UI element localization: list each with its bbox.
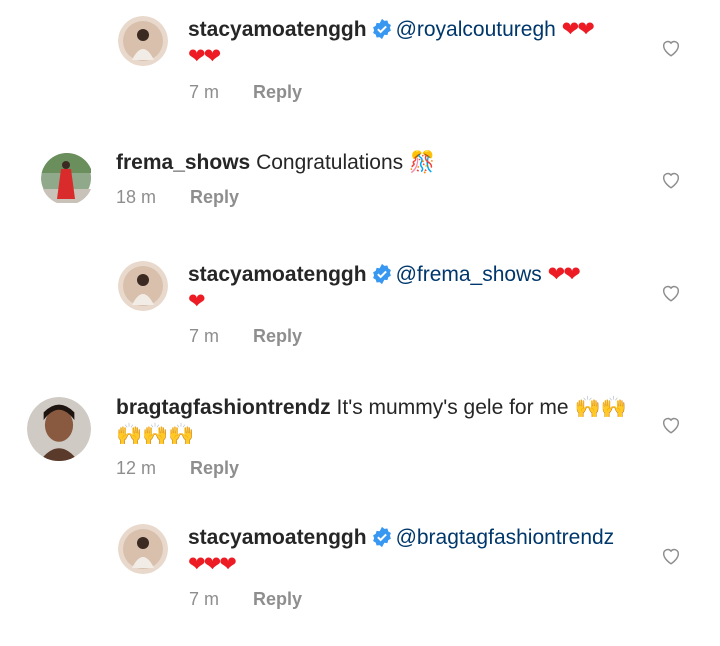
- heart-emoji: ❤❤: [561, 17, 595, 41]
- comment-time: 7 m: [189, 82, 220, 102]
- comment-time: 7 m: [189, 326, 220, 346]
- username[interactable]: stacyamoatenggh: [188, 18, 367, 41]
- verified-badge-icon: [371, 263, 393, 285]
- reply-button[interactable]: Reply: [190, 187, 239, 207]
- heart-outline-icon: [662, 172, 680, 189]
- reply-button[interactable]: Reply: [253, 589, 302, 609]
- verified-badge-icon: [371, 18, 393, 40]
- heart-emoji: ❤❤: [547, 262, 581, 286]
- heart-emoji: ❤❤: [188, 44, 221, 68]
- like-button[interactable]: [660, 37, 682, 59]
- mention-link[interactable]: @frema_shows: [396, 263, 542, 286]
- comment: frema_shows Congratulations 🎊 18 m Reply: [0, 140, 720, 220]
- reply-button[interactable]: Reply: [253, 326, 302, 346]
- avatar[interactable]: [27, 397, 91, 461]
- raised-hands-emoji: 🙌🙌🙌: [116, 422, 195, 446]
- avatar[interactable]: [118, 524, 168, 574]
- avatar[interactable]: [118, 261, 168, 311]
- like-button[interactable]: [660, 545, 682, 567]
- mention-link[interactable]: @royalcouturegh: [396, 18, 556, 41]
- heart-emoji: ❤❤❤: [188, 552, 237, 576]
- verified-badge-icon: [371, 526, 393, 548]
- like-button[interactable]: [660, 414, 682, 436]
- heart-outline-icon: [662, 285, 680, 302]
- heart-emoji: ❤: [188, 289, 206, 313]
- like-button[interactable]: [660, 169, 682, 191]
- comment: bragtagfashiontrendz It's mummy's gele f…: [0, 385, 720, 490]
- comment-time: 18 m: [116, 187, 157, 207]
- reply-button[interactable]: Reply: [253, 82, 302, 102]
- comment-time: 12 m: [116, 458, 157, 478]
- heart-outline-icon: [662, 417, 680, 434]
- like-button[interactable]: [660, 282, 682, 304]
- confetti-emoji: 🎊: [409, 150, 436, 174]
- username[interactable]: frema_shows: [116, 151, 250, 174]
- avatar[interactable]: [41, 153, 93, 205]
- heart-outline-icon: [662, 548, 680, 565]
- comment-reply: stacyamoatenggh @frema_shows ❤❤ ❤ 7 m Repl…: [0, 245, 720, 355]
- username[interactable]: stacyamoatenggh: [188, 263, 367, 286]
- username[interactable]: stacyamoatenggh: [188, 526, 367, 549]
- heart-outline-icon: [662, 40, 680, 57]
- reply-button[interactable]: Reply: [190, 458, 239, 478]
- avatar[interactable]: [118, 16, 168, 66]
- comment-time: 7 m: [189, 589, 220, 609]
- mention-link[interactable]: @bragtagfashiontrendz: [396, 526, 615, 549]
- comment-text: Congratulations: [256, 151, 404, 174]
- comment-reply: stacyamoatenggh @bragtagfashiontrendz ❤❤❤…: [0, 508, 720, 618]
- comment-reply: stacyamoatenggh @royalcouturegh ❤❤ ❤❤ 7 m…: [0, 0, 720, 110]
- raised-hands-emoji: 🙌🙌: [574, 395, 627, 419]
- username[interactable]: bragtagfashiontrendz: [116, 396, 331, 419]
- comment-text: It's mummy's gele for me: [336, 396, 569, 419]
